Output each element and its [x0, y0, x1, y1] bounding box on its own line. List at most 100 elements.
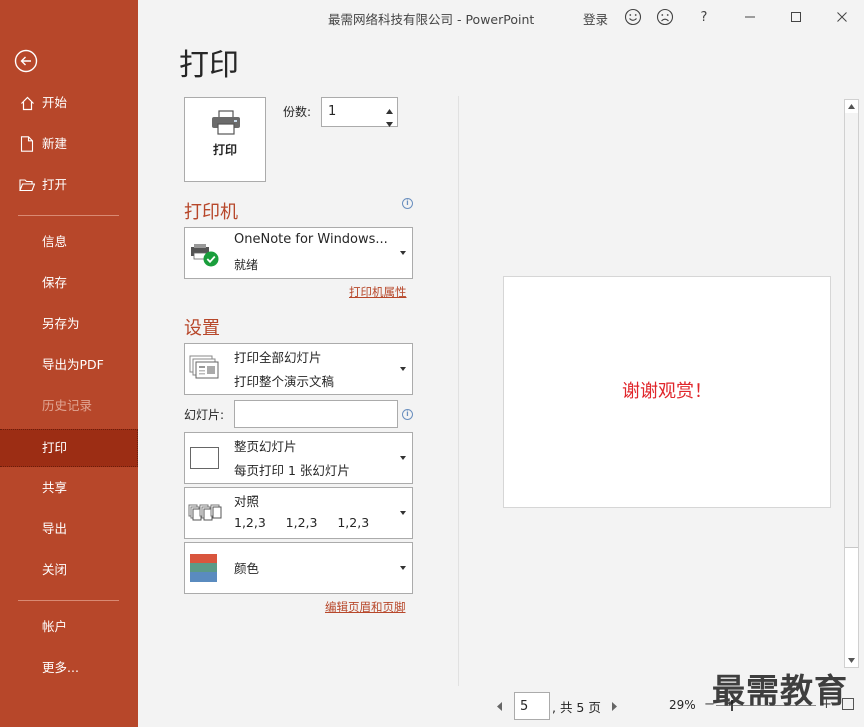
chevron-right-icon: [612, 702, 617, 711]
page-total: , 共 5 页: [552, 700, 601, 715]
sidebar-item-label: 开始: [42, 95, 68, 110]
print-range-line2: 打印整个演示文稿: [234, 374, 335, 389]
decrement-icon[interactable]: [386, 116, 393, 131]
sidebar-item-more[interactable]: 更多...: [0, 651, 138, 685]
page-title: 打印: [179, 48, 239, 83]
copies-label: 份数:: [283, 105, 312, 119]
sidebar-item-home[interactable]: 开始: [0, 86, 138, 120]
frown-icon: [656, 8, 674, 26]
preview-scrollbar[interactable]: [844, 99, 859, 668]
backstage-sidebar: 开始 新建 打开 信息 保存 另存为 导出为PDF 历史记录 打印 共享 导出 …: [0, 0, 138, 727]
close-icon: [837, 12, 847, 22]
collated-icon: [188, 504, 222, 521]
sign-in-link[interactable]: 登录: [583, 9, 608, 28]
sidebar-item-label: 共享: [42, 480, 68, 495]
printer-ready-icon: [191, 244, 219, 267]
frown-feedback-button[interactable]: [653, 6, 677, 28]
copies-stepper[interactable]: 1: [321, 97, 398, 127]
color-dropdown[interactable]: 颜色: [184, 542, 413, 594]
color-icon: [190, 554, 217, 582]
back-arrow-icon: [14, 49, 38, 73]
print-button-label: 打印: [212, 143, 237, 157]
chevron-down-icon: [400, 251, 406, 255]
sidebar-item-new[interactable]: 新建: [0, 127, 138, 161]
sidebar-divider: [18, 600, 119, 601]
scroll-up-icon[interactable]: [845, 100, 858, 113]
sidebar-item-label: 保存: [42, 275, 68, 290]
maximize-button[interactable]: [784, 6, 808, 28]
chevron-left-icon: [497, 702, 502, 711]
slides-input[interactable]: [234, 400, 398, 428]
scroll-thumb[interactable]: [845, 547, 858, 655]
sidebar-item-export[interactable]: 导出: [0, 512, 138, 546]
printer-name: OneNote for Windows...: [234, 232, 388, 247]
page-number-value: 5: [520, 699, 529, 714]
sidebar-item-label: 打印: [42, 440, 68, 455]
sidebar-item-save-as[interactable]: 另存为: [0, 307, 138, 341]
chevron-down-icon: [400, 456, 406, 460]
info-icon[interactable]: i: [402, 409, 413, 420]
close-window-button[interactable]: [830, 6, 854, 28]
back-button[interactable]: [14, 49, 38, 73]
smile-feedback-button[interactable]: [621, 6, 645, 28]
sidebar-item-label: 关闭: [42, 562, 68, 577]
chevron-down-icon: [400, 566, 406, 570]
sidebar-item-label: 导出: [42, 521, 68, 536]
sidebar-item-label: 帐户: [42, 619, 68, 634]
copies-value: 1: [328, 104, 337, 119]
layout-line1: 整页幻灯片: [234, 439, 297, 454]
settings-section-title: 设置: [184, 318, 220, 339]
edit-header-footer-link[interactable]: 编辑页眉和页脚: [325, 599, 406, 615]
folder-open-icon: [18, 168, 36, 202]
slide-preview: 谢谢观赏！: [503, 276, 831, 508]
slide-text: 谢谢观赏！: [622, 381, 712, 402]
full-page-slide-icon: [190, 447, 219, 469]
printer-status: 就绪: [234, 258, 259, 272]
sidebar-item-account[interactable]: 帐户: [0, 610, 138, 644]
sidebar-item-label: 导出为PDF: [42, 357, 104, 372]
print-range-line1: 打印全部幻灯片: [234, 350, 322, 365]
sidebar-item-close[interactable]: 关闭: [0, 553, 138, 587]
print-range-dropdown[interactable]: 打印全部幻灯片 打印整个演示文稿: [184, 343, 413, 395]
layout-dropdown[interactable]: 整页幻灯片 每页打印 1 张幻灯片: [184, 432, 413, 484]
collate-dropdown[interactable]: 对照 1,2,3 1,2,3 1,2,3: [184, 487, 413, 539]
printer-properties-link[interactable]: 打印机属性: [349, 284, 407, 300]
minimize-icon: [745, 16, 755, 18]
sidebar-item-export-pdf[interactable]: 导出为PDF: [0, 348, 138, 382]
sidebar-item-label: 历史记录: [42, 398, 93, 413]
sidebar-item-label: 另存为: [42, 316, 80, 331]
home-icon: [18, 86, 36, 120]
page-number-input[interactable]: 5: [514, 692, 550, 720]
sidebar-divider: [18, 215, 119, 216]
smile-icon: [624, 8, 642, 26]
printer-section-title: 打印机: [184, 202, 238, 223]
sidebar-item-label: 更多...: [42, 660, 79, 675]
chevron-down-icon: [400, 367, 406, 371]
printer-dropdown[interactable]: OneNote for Windows... 就绪: [184, 227, 413, 279]
sidebar-item-info[interactable]: 信息: [0, 225, 138, 259]
new-document-icon: [18, 127, 36, 161]
layout-line2: 每页打印 1 张幻灯片: [234, 463, 350, 478]
sidebar-item-label: 信息: [42, 234, 68, 249]
sidebar-item-label: 打开: [42, 177, 68, 192]
zoom-level[interactable]: 29%: [669, 698, 696, 712]
print-button[interactable]: 打印: [184, 97, 266, 182]
info-icon[interactable]: i: [402, 198, 413, 209]
sidebar-item-share[interactable]: 共享: [0, 471, 138, 505]
sidebar-item-label: 新建: [42, 136, 68, 151]
sidebar-item-history: 历史记录: [0, 389, 138, 423]
slides-label: 幻灯片:: [184, 408, 225, 422]
next-page-button[interactable]: [611, 700, 617, 715]
watermark-logo: 最需教育: [712, 671, 848, 710]
previous-page-button[interactable]: [497, 700, 503, 715]
sidebar-item-print[interactable]: 打印: [0, 429, 138, 467]
color-label: 颜色: [234, 561, 260, 576]
printer-icon: [212, 110, 240, 135]
sidebar-item-save[interactable]: 保存: [0, 266, 138, 300]
collate-line2: 1,2,3 1,2,3 1,2,3: [234, 515, 370, 530]
minimize-button[interactable]: [738, 6, 762, 28]
sidebar-item-open[interactable]: 打开: [0, 168, 138, 202]
help-button[interactable]: ?: [692, 6, 716, 28]
window-title: 最需网络科技有限公司 - PowerPoint: [328, 12, 535, 27]
all-slides-icon: [189, 355, 219, 379]
